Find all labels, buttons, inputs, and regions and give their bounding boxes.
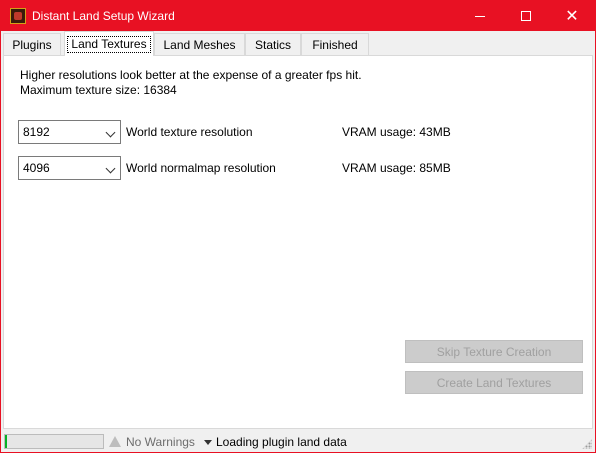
close-icon: ✕: [565, 6, 579, 25]
combo-value: 8192: [23, 125, 50, 139]
create-land-textures-button[interactable]: Create Land Textures: [405, 371, 583, 394]
title-bar[interactable]: Distant Land Setup Wizard ✕: [1, 1, 595, 31]
tab-finished[interactable]: Finished: [301, 33, 369, 55]
tab-plugins[interactable]: Plugins: [3, 33, 61, 55]
combo-value: 4096: [23, 161, 50, 175]
status-bar: No Warnings Loading plugin land data: [1, 430, 595, 452]
tab-label: Statics: [254, 37, 291, 52]
normalmap-resolution-select[interactable]: 4096: [18, 156, 121, 180]
normalmap-vram-usage: VRAM usage: 85MB: [342, 161, 451, 175]
max-texture-size: Maximum texture size: 16384: [20, 83, 177, 97]
maximize-button[interactable]: [503, 1, 549, 31]
texture-resolution-label: World texture resolution: [126, 125, 253, 139]
tab-land-textures[interactable]: Land Textures: [64, 31, 154, 56]
minimize-icon: [475, 15, 485, 17]
tab-label: Land Meshes: [163, 37, 236, 52]
normalmap-resolution-label: World normalmap resolution: [126, 161, 276, 175]
info-text: Higher resolutions look better at the ex…: [20, 68, 362, 82]
tab-label: Finished: [312, 37, 358, 52]
skip-texture-creation-button[interactable]: Skip Texture Creation: [405, 340, 583, 363]
chevron-down-icon: [105, 163, 116, 174]
texture-resolution-select[interactable]: 8192: [18, 120, 121, 144]
warning-icon: [109, 436, 121, 447]
land-textures-panel: Higher resolutions look better at the ex…: [3, 55, 593, 429]
tab-statics[interactable]: Statics: [245, 33, 301, 55]
app-icon: [10, 8, 26, 24]
minimize-button[interactable]: [457, 1, 503, 31]
warnings-label: No Warnings: [126, 435, 195, 449]
texture-vram-usage: VRAM usage: 43MB: [342, 125, 451, 139]
status-message: Loading plugin land data: [216, 435, 347, 449]
tab-label: Land Textures: [67, 35, 151, 53]
dropdown-arrow-icon[interactable]: [204, 440, 212, 445]
tab-land-meshes[interactable]: Land Meshes: [154, 33, 245, 55]
maximize-icon: [521, 11, 531, 21]
resize-grip-icon[interactable]: [582, 439, 592, 449]
tab-strip: Plugins Land Textures Land Meshes Static…: [3, 31, 593, 56]
window-title: Distant Land Setup Wizard: [32, 9, 175, 23]
wizard-window: Distant Land Setup Wizard ✕ Plugins Land…: [0, 0, 596, 453]
tab-label: Plugins: [12, 37, 52, 52]
progress-fill: [5, 435, 7, 448]
progress-bar: [4, 434, 104, 449]
chevron-down-icon: [105, 127, 116, 138]
close-button[interactable]: ✕: [549, 1, 595, 31]
